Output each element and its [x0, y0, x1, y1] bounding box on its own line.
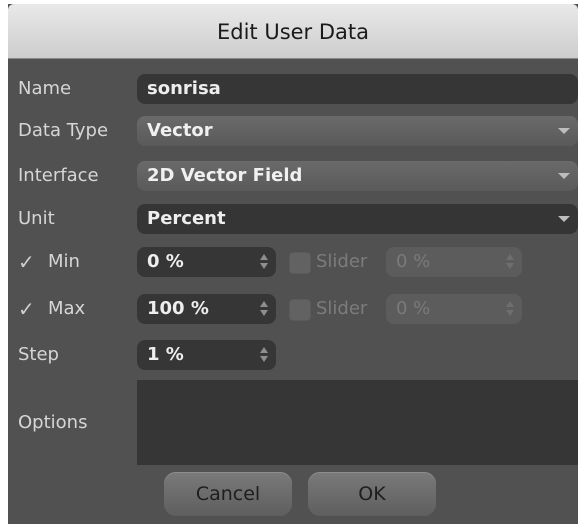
checkmark-icon: ✓	[18, 297, 35, 321]
options-textarea[interactable]	[137, 380, 578, 465]
max-slider-value: 0 %	[396, 298, 431, 319]
max-value: 100 %	[147, 298, 209, 319]
max-label: Max	[48, 298, 86, 319]
min-checkbox[interactable]: ✓	[18, 247, 35, 277]
edit-user-data-dialog: Edit User Data Name sonrisa Data Type Ve…	[8, 4, 578, 524]
stepper-arrows-icon	[506, 254, 514, 270]
step-stepper[interactable]: 1 %	[137, 340, 276, 370]
min-slider-checkbox[interactable]	[289, 252, 311, 274]
stepper-arrows-icon[interactable]	[260, 301, 268, 317]
name-value: sonrisa	[147, 78, 221, 99]
min-value: 0 %	[147, 251, 184, 272]
max-stepper[interactable]: 100 %	[137, 294, 276, 324]
unit-label: Unit	[18, 208, 55, 229]
chevron-down-icon	[558, 128, 570, 134]
step-label: Step	[18, 344, 59, 365]
interface-value: 2D Vector Field	[147, 165, 303, 186]
cancel-button[interactable]: Cancel	[164, 472, 292, 516]
interface-label: Interface	[18, 165, 99, 186]
min-slider-value: 0 %	[396, 251, 431, 272]
min-label: Min	[48, 251, 80, 272]
options-label: Options	[18, 412, 88, 433]
stepper-arrows-icon	[506, 301, 514, 317]
interface-dropdown[interactable]: 2D Vector Field	[137, 161, 578, 191]
min-slider-label: Slider	[316, 251, 368, 272]
min-slider-stepper[interactable]: 0 %	[386, 247, 522, 277]
name-label: Name	[18, 78, 72, 99]
data-type-value: Vector	[147, 120, 213, 141]
step-value: 1 %	[147, 344, 184, 365]
unit-dropdown[interactable]: Percent	[137, 204, 578, 234]
checkmark-icon: ✓	[18, 250, 35, 274]
unit-value: Percent	[147, 208, 226, 229]
data-type-label: Data Type	[18, 120, 109, 141]
name-input[interactable]: sonrisa	[137, 74, 578, 104]
max-slider-checkbox[interactable]	[289, 299, 311, 321]
stepper-arrows-icon[interactable]	[260, 347, 268, 363]
stepper-arrows-icon[interactable]	[260, 254, 268, 270]
min-stepper[interactable]: 0 %	[137, 247, 276, 277]
dialog-title: Edit User Data	[8, 4, 578, 59]
max-slider-label: Slider	[316, 298, 368, 319]
max-slider-stepper[interactable]: 0 %	[386, 294, 522, 324]
chevron-down-icon	[558, 173, 570, 179]
chevron-down-icon	[558, 216, 570, 222]
max-checkbox[interactable]: ✓	[18, 294, 35, 324]
data-type-dropdown[interactable]: Vector	[137, 116, 578, 146]
ok-button[interactable]: OK	[308, 472, 436, 516]
